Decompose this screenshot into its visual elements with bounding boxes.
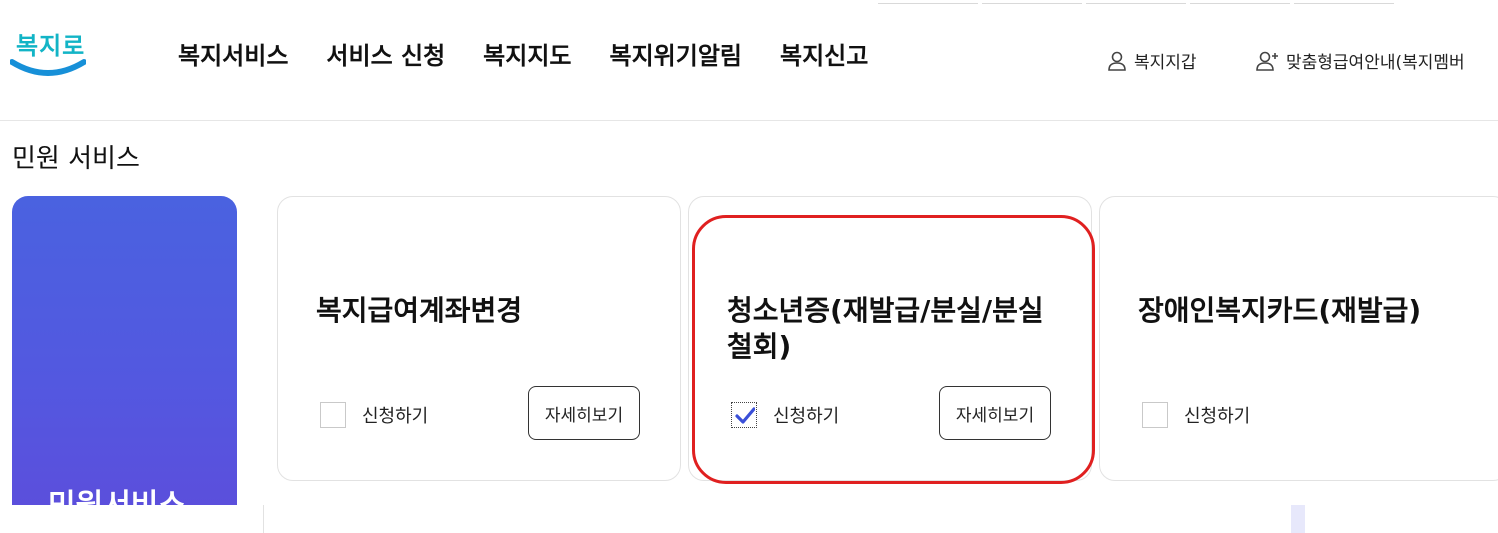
apply-checkbox-row[interactable]: 신청하기 (731, 402, 839, 428)
welfare-wallet-link[interactable]: 복지지갑 (1106, 48, 1197, 73)
detail-button[interactable]: 자세히보기 (528, 386, 640, 440)
logo-text: 복지로 (16, 32, 86, 60)
page-title: 민원 서비스 (12, 144, 140, 174)
apply-checkbox-row[interactable]: 신청하기 (1142, 402, 1250, 428)
apply-label: 신청하기 (773, 406, 840, 427)
scroll-indicator (1291, 505, 1305, 533)
banner-title: 민원서비스 (48, 480, 186, 505)
service-card-disability-card: 장애인복지카드(재발급) 신청하기 (1099, 196, 1498, 481)
divider (263, 505, 264, 533)
nav-service-apply[interactable]: 서비스 신청 (326, 36, 445, 71)
civil-service-banner: 민원서비스 (12, 196, 237, 505)
card-title: 청소년증(재발급/분실/분실철회) (727, 294, 1044, 363)
top-utility-links (878, 0, 1498, 4)
apply-checkbox-row[interactable]: 신청하기 (320, 402, 428, 428)
nav-welfare-report[interactable]: 복지신고 (780, 36, 868, 71)
nav-welfare-map[interactable]: 복지지도 (483, 36, 571, 71)
logo-smile-icon (10, 59, 86, 76)
service-card-youth-id: 청소년증(재발급/분실/분실철회) 신청하기 자세히보기 (688, 196, 1092, 481)
nav-crisis-alert[interactable]: 복지위기알림 (610, 36, 742, 71)
user-icon (1108, 51, 1126, 71)
detail-button[interactable]: 자세히보기 (939, 386, 1051, 440)
apply-label: 신청하기 (1184, 406, 1251, 427)
custom-benefit-label: 맞춤형급여안내(복지멤버 (1286, 53, 1465, 73)
checkmark-icon (735, 407, 755, 424)
apply-label: 신청하기 (362, 406, 429, 427)
custom-benefit-link[interactable]: 맞춤형급여안내(복지멤버 (1256, 48, 1465, 73)
card-title: 복지급여계좌변경 (316, 294, 523, 327)
apply-checkbox[interactable] (320, 402, 346, 428)
site-header: 복지로 복지서비스 서비스 신청 복지지도 복지위기알림 복지신고 복지지갑 맞… (0, 0, 1498, 121)
service-card-account-change: 복지급여계좌변경 신청하기 자세히보기 (277, 196, 681, 481)
nav-welfare-services[interactable]: 복지서비스 (178, 36, 288, 71)
main-nav: 복지서비스 서비스 신청 복지지도 복지위기알림 복지신고 (178, 36, 868, 71)
welfare-wallet-label: 복지지갑 (1134, 53, 1197, 73)
user-add-icon (1256, 51, 1278, 71)
card-title: 장애인복지카드(재발급) (1138, 294, 1422, 327)
site-logo[interactable]: 복지로 (10, 26, 88, 84)
apply-checkbox[interactable] (1142, 402, 1168, 428)
apply-checkbox[interactable] (731, 402, 757, 428)
